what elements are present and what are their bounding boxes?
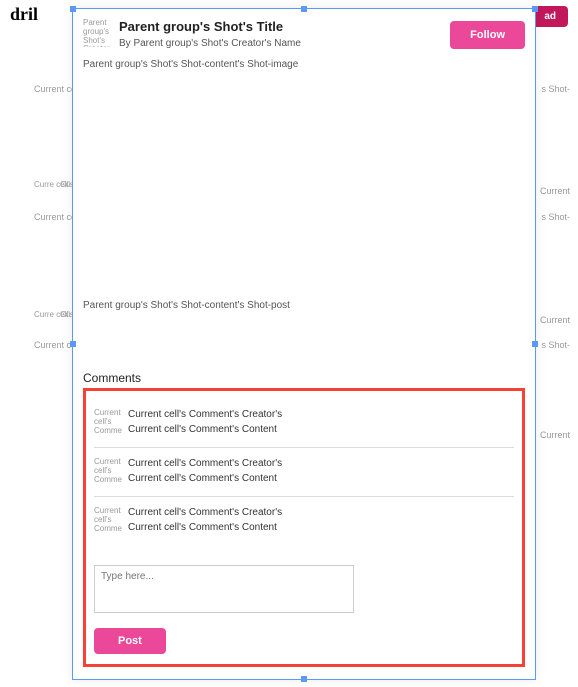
comment-row: Current cell's Comme Current cell's Comm… [94, 497, 514, 545]
comment-creator: Current cell's Comment's Creator's [128, 507, 514, 518]
shot-creator: By Parent group's Shot's Creator's Name [119, 38, 442, 49]
comment-row: Current cell's Comme Current cell's Comm… [94, 399, 514, 448]
shot-image-area [83, 70, 525, 290]
modal-content: Parent group's Shot's Creator Parent gro… [73, 9, 535, 679]
comment-content: Current cell's Comment's Content [128, 473, 514, 484]
comment-avatar: Current cell's Comme [94, 458, 122, 486]
post-button[interactable]: Post [94, 628, 166, 654]
comment-creator: Current cell's Comment's Creator's [128, 409, 514, 420]
shot-post: Parent group's Shot's Shot-content's Sho… [83, 300, 525, 311]
bg-thumb: s Shot- [541, 340, 570, 351]
comment-avatar: Current cell's Comme [94, 409, 122, 437]
bg-thumb: Cu [60, 310, 70, 319]
shot-header: Parent group's Shot's Creator Parent gro… [83, 19, 525, 49]
shot-modal: Parent group's Shot's Creator Parent gro… [72, 8, 536, 680]
bg-thumb: Cu [60, 180, 70, 189]
comment-row: Current cell's Comme Current cell's Comm… [94, 448, 514, 497]
shot-avatar: Parent group's Shot's Creator [83, 19, 111, 47]
resize-handle-icon[interactable] [70, 6, 76, 12]
resize-handle-icon[interactable] [301, 6, 307, 12]
comment-body: Current cell's Comment's Creator's Curre… [128, 458, 514, 486]
comment-avatar: Current cell's Comme [94, 507, 122, 535]
comments-box: Current cell's Comme Current cell's Comm… [83, 388, 525, 667]
bg-thumb: s Shot- [541, 212, 570, 223]
logo: dril [10, 4, 38, 25]
bg-thumb: Current [540, 315, 570, 326]
shot-title: Parent group's Shot's Title [119, 19, 442, 34]
bg-thumb: Current [540, 430, 570, 441]
resize-handle-icon[interactable] [70, 341, 76, 347]
shot-image-label: Parent group's Shot's Shot-content's Sho… [83, 59, 525, 70]
comment-content: Current cell's Comment's Content [128, 522, 514, 533]
comment-body: Current cell's Comment's Creator's Curre… [128, 409, 514, 437]
comment-content: Current cell's Comment's Content [128, 424, 514, 435]
comment-input[interactable] [94, 565, 354, 613]
resize-handle-icon[interactable] [301, 676, 307, 682]
bg-thumb: Current [540, 186, 570, 197]
follow-button[interactable]: Follow [450, 21, 525, 49]
resize-handle-icon[interactable] [532, 6, 538, 12]
comment-body: Current cell's Comment's Creator's Curre… [128, 507, 514, 535]
bg-thumb: s Shot- [541, 84, 570, 95]
resize-handle-icon[interactable] [532, 341, 538, 347]
comments-title: Comments [83, 371, 525, 385]
shot-titles: Parent group's Shot's Title By Parent gr… [119, 19, 442, 49]
comment-creator: Current cell's Comment's Creator's [128, 458, 514, 469]
